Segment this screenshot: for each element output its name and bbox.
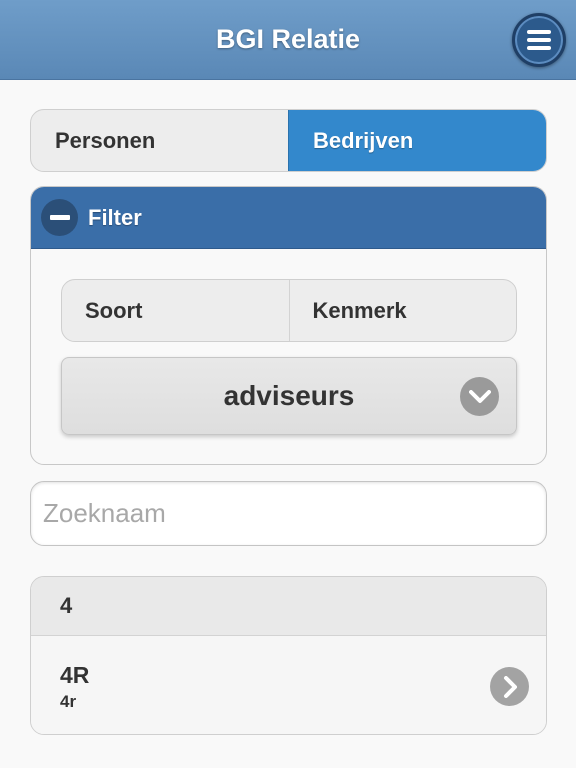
minus-icon	[41, 199, 78, 236]
filter-segmented-control: Soort Kenmerk	[61, 279, 517, 342]
type-segmented-control: Personen Bedrijven	[30, 109, 547, 172]
tab-soort[interactable]: Soort	[62, 280, 289, 341]
page-title: BGI Relatie	[215, 24, 361, 54]
result-list: 4 4R 4r	[30, 576, 547, 735]
tab-personen[interactable]: Personen	[31, 110, 288, 171]
list-item-subtitle: 4r	[60, 692, 77, 711]
hamburger-menu-icon	[527, 30, 551, 34]
list-item[interactable]: 4R 4r	[31, 636, 546, 734]
filter-panel: Filter Soort Kenmerk adviseurs	[30, 186, 547, 465]
menu-button[interactable]	[512, 13, 566, 67]
soort-select[interactable]: adviseurs	[61, 357, 517, 435]
list-divider: 4	[31, 577, 546, 636]
select-value: adviseurs	[223, 380, 355, 411]
filter-title: Filter	[88, 204, 142, 230]
chevron-down-icon	[460, 377, 499, 416]
search-input[interactable]	[30, 481, 547, 546]
filter-header[interactable]: Filter	[31, 187, 546, 249]
app-header: BGI Relatie	[0, 0, 576, 80]
chevron-right-icon	[490, 667, 529, 706]
tab-bedrijven[interactable]: Bedrijven	[288, 110, 546, 171]
tab-kenmerk[interactable]: Kenmerk	[288, 280, 517, 341]
list-item-title: 4R	[60, 662, 90, 688]
